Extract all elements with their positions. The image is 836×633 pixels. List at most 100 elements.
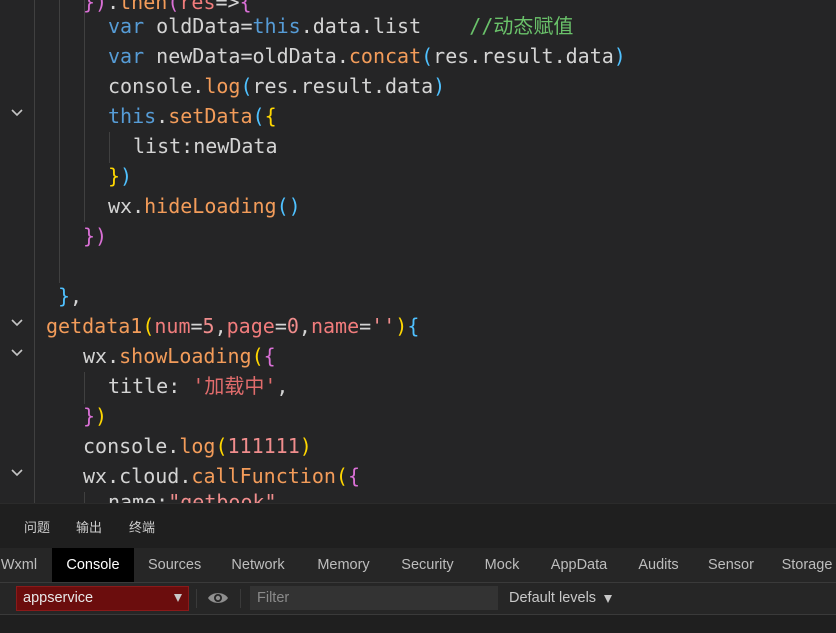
- code-token: }): [83, 0, 108, 14]
- code-token: res: [252, 74, 289, 98]
- code-token: oldData: [252, 44, 337, 68]
- code-token: (: [421, 44, 434, 68]
- code-token: getdata1: [46, 314, 143, 338]
- panel-tab-bar: 问题 输出 终端: [0, 503, 836, 549]
- indent-guide: [84, 372, 85, 404]
- code-token: (: [240, 74, 253, 98]
- code-token: wx: [83, 464, 108, 488]
- code-token: (: [142, 314, 155, 338]
- dropdown-caret-icon[interactable]: [604, 595, 612, 603]
- tab-memory[interactable]: Memory: [301, 548, 386, 582]
- code-line[interactable]: },: [58, 281, 82, 311]
- code-line[interactable]: var newData=oldData.concat(res.result.da…: [108, 41, 626, 71]
- log-levels-dropdown[interactable]: Default levels: [509, 583, 596, 614]
- code-token: =: [359, 314, 372, 338]
- code-line[interactable]: var oldData=this.data.list //动态赋值: [108, 11, 573, 41]
- code-token: .: [132, 194, 145, 218]
- code-line[interactable]: wx.showLoading({: [83, 341, 276, 371]
- tab-wxml[interactable]: Wxml: [0, 548, 52, 582]
- indent-guide: [59, 0, 60, 283]
- console-toolbar: appservice Default levels: [0, 583, 836, 615]
- code-line[interactable]: console.log(111111): [83, 431, 312, 461]
- tab-audits[interactable]: Audits: [623, 548, 694, 582]
- code-token: console: [108, 74, 193, 98]
- fold-chevron-icon[interactable]: [8, 464, 26, 482]
- tab-console[interactable]: Console: [52, 548, 134, 582]
- tab-security[interactable]: Security: [386, 548, 469, 582]
- code-token: ,: [70, 284, 83, 308]
- fold-chevron-icon[interactable]: [8, 104, 26, 122]
- code-token: result: [300, 74, 373, 98]
- code-token: data: [565, 44, 614, 68]
- code-token: {: [347, 464, 360, 488]
- code-token: wx: [108, 194, 133, 218]
- code-token: callFunction: [191, 464, 336, 488]
- code-token: =: [240, 14, 253, 38]
- code-line[interactable]: this.setData({: [108, 101, 277, 131]
- code-token: {: [264, 104, 277, 128]
- eye-icon[interactable]: [207, 590, 229, 611]
- code-token: (): [276, 194, 301, 218]
- tab-appdata[interactable]: AppData: [535, 548, 623, 582]
- code-token: .: [469, 44, 482, 68]
- code-token: page: [226, 314, 275, 338]
- code-line[interactable]: name:"getbook": [108, 487, 277, 503]
- code-token: (: [252, 104, 265, 128]
- code-token: this: [108, 104, 157, 128]
- code-line[interactable]: }): [108, 161, 132, 191]
- code-token: .: [107, 344, 120, 368]
- code-token: this: [252, 14, 301, 38]
- code-line[interactable]: }): [83, 221, 107, 251]
- code-token: {: [263, 344, 276, 368]
- code-token: newData: [193, 134, 278, 158]
- code-token: .: [372, 74, 385, 98]
- code-line[interactable]: title: '加载中',: [108, 371, 288, 401]
- code-token: :: [156, 490, 169, 503]
- code-token: .: [167, 434, 180, 458]
- code-token: '加载中': [192, 374, 277, 398]
- code-token: ): [299, 434, 312, 458]
- code-token: ): [613, 44, 626, 68]
- tab-terminal[interactable]: 终端: [129, 517, 155, 536]
- fold-chevron-icon[interactable]: [8, 314, 26, 332]
- code-token: .: [179, 464, 192, 488]
- code-token: '': [371, 314, 396, 338]
- context-selector[interactable]: appservice: [16, 586, 189, 611]
- code-editor[interactable]: }).then(res=>{ var oldData=this.data.lis…: [0, 0, 836, 503]
- tab-sources[interactable]: Sources: [134, 548, 215, 582]
- code-token: ): [95, 404, 108, 428]
- code-token: {: [407, 314, 420, 338]
- code-line[interactable]: console.log(res.result.data): [108, 71, 445, 101]
- code-token: oldData: [156, 14, 241, 38]
- code-token: res: [433, 44, 470, 68]
- code-token: .: [156, 104, 169, 128]
- code-token: var: [108, 44, 157, 68]
- code-token: .: [288, 74, 301, 98]
- code-token: }: [108, 164, 121, 188]
- code-line[interactable]: getdata1(num=5,page=0,name=''){: [46, 311, 419, 341]
- tab-storage[interactable]: Storage: [767, 548, 836, 582]
- tab-mock[interactable]: Mock: [469, 548, 535, 582]
- code-line[interactable]: wx.hideLoading(): [108, 191, 301, 221]
- code-token: (: [335, 464, 348, 488]
- tab-sensor[interactable]: Sensor: [694, 548, 767, 582]
- fold-chevron-icon[interactable]: [8, 344, 26, 362]
- code-line[interactable]: list:newData: [133, 131, 278, 161]
- tab-output[interactable]: 输出: [76, 517, 102, 536]
- console-output[interactable]: [0, 615, 836, 633]
- code-token: name: [108, 490, 157, 503]
- tab-problems[interactable]: 问题: [24, 517, 50, 536]
- filter-input[interactable]: [250, 586, 498, 610]
- devtools-tab-bar: Wxml Console Sources Network Memory Secu…: [0, 548, 836, 583]
- indent-guide: [34, 0, 35, 503]
- tab-network[interactable]: Network: [215, 548, 301, 582]
- code-token: hideLoading: [144, 194, 277, 218]
- code-token: .: [107, 464, 120, 488]
- code-line[interactable]: }): [83, 401, 107, 431]
- code-token: console: [83, 434, 168, 458]
- code-token: }: [58, 284, 71, 308]
- code-token: num: [154, 314, 191, 338]
- code-token: .: [553, 44, 566, 68]
- code-token: list: [372, 14, 422, 38]
- code-token: ,: [298, 314, 311, 338]
